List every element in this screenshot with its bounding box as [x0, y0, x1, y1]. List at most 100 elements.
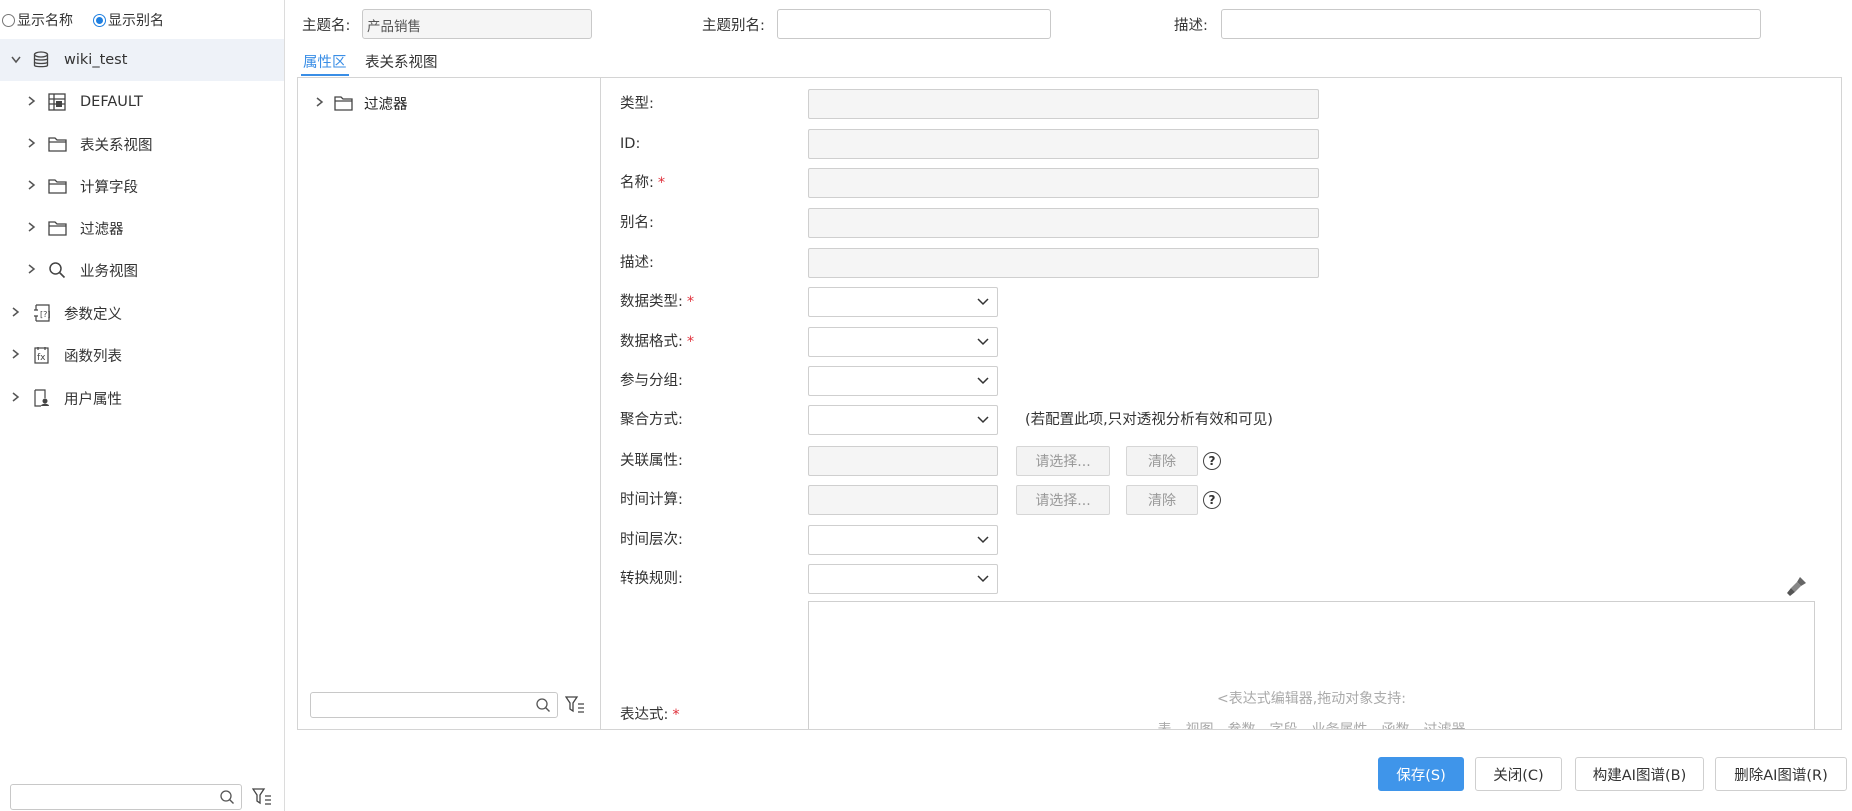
time-calc-select-button[interactable]: 请选择...	[1016, 485, 1110, 515]
data-format-label-text: 数据格式:	[620, 334, 683, 350]
topic-alias-label: 主题别名:	[702, 18, 765, 34]
search-icon[interactable]	[535, 697, 551, 713]
radio-circle-selected[interactable]	[93, 13, 106, 27]
data-type-select[interactable]	[808, 287, 998, 317]
chevron-down-icon[interactable]	[977, 574, 989, 584]
related-attr-input[interactable]	[808, 446, 998, 476]
chevron-down-icon[interactable]	[977, 535, 989, 545]
required-mark: *	[686, 334, 695, 350]
display-mode-radios: 显示名称 显示别名	[2, 8, 184, 32]
delete-ai-graph-button[interactable]: 删除AI图谱(R)	[1715, 757, 1847, 791]
name-input[interactable]	[808, 168, 1319, 198]
type-label: 类型:	[620, 96, 654, 112]
close-button[interactable]: 关闭(C)	[1475, 757, 1562, 791]
chevron-right-icon[interactable]	[10, 348, 22, 363]
time-calc-input[interactable]	[808, 485, 998, 515]
search-icon[interactable]	[219, 789, 235, 805]
mid-tree-filter[interactable]: 过滤器	[314, 90, 408, 116]
tree-label: 函数列表	[64, 348, 122, 365]
tree-label: 业务视图	[80, 263, 138, 280]
id-input[interactable]	[808, 129, 1319, 159]
tree-item-business-view[interactable]: 业务视图	[0, 249, 284, 291]
alias-label: 别名:	[620, 215, 654, 231]
expression-editor[interactable]: <表达式编辑器,拖动对象支持: 表、视图、参数、字段、业务属性、函数、过滤器	[808, 601, 1815, 729]
folder-icon	[46, 218, 68, 238]
time-calc-clear-button[interactable]: 清除	[1126, 485, 1198, 515]
help-icon[interactable]: ?	[1203, 452, 1221, 470]
aggregation-select[interactable]	[808, 405, 998, 435]
chevron-down-icon[interactable]	[977, 415, 989, 425]
radio-circle[interactable]	[2, 13, 15, 27]
desc-input[interactable]	[808, 248, 1319, 278]
id-label: ID:	[620, 136, 641, 152]
topic-alias-input[interactable]	[777, 9, 1051, 39]
user-property-icon	[30, 388, 52, 408]
save-button[interactable]: 保存(S)	[1378, 757, 1464, 791]
tree-label: wiki_test	[64, 52, 128, 68]
mid-search-input[interactable]	[310, 692, 558, 718]
tree-item-calc-field[interactable]: 计算字段	[0, 165, 284, 207]
left-search-input[interactable]	[10, 784, 242, 810]
radio-show-alias[interactable]: 显示别名	[93, 10, 164, 30]
type-input[interactable]	[808, 89, 1319, 119]
convert-rule-label: 转换规则:	[620, 571, 683, 587]
tree-item-functions[interactable]: fx 函数列表	[0, 334, 284, 376]
chevron-right-icon[interactable]	[10, 391, 22, 406]
group-select[interactable]	[808, 366, 998, 396]
tree-label: DEFAULT	[80, 94, 143, 110]
convert-rule-select[interactable]	[808, 564, 998, 594]
related-attr-select-button[interactable]: 请选择...	[1016, 446, 1110, 476]
filter-list-icon[interactable]	[564, 695, 585, 715]
time-level-label: 时间层次:	[620, 532, 683, 548]
required-mark: *	[657, 175, 666, 191]
tree-item-wiki-test[interactable]: wiki_test	[0, 39, 284, 81]
related-attr-label: 关联属性:	[620, 453, 683, 469]
function-icon: fx	[30, 345, 52, 365]
chevron-down-icon[interactable]	[10, 53, 22, 68]
left-panel: 显示名称 显示别名 wiki_test DEFAULT 表关系视图 计算字段 过…	[0, 0, 285, 811]
tree-label: 表关系视图	[80, 137, 153, 154]
chevron-down-icon[interactable]	[977, 337, 989, 347]
database-icon	[30, 50, 52, 70]
chevron-down-icon[interactable]	[977, 376, 989, 386]
data-type-label: 数据类型: *	[620, 287, 694, 317]
help-icon[interactable]: ?	[1203, 491, 1221, 509]
tab-properties[interactable]: 属性区	[303, 51, 347, 72]
group-label: 参与分组:	[620, 373, 683, 389]
build-ai-graph-button[interactable]: 构建AI图谱(B)	[1575, 757, 1704, 791]
chevron-right-icon[interactable]	[26, 263, 38, 278]
table-icon	[46, 92, 68, 112]
tab-relation-view[interactable]: 表关系视图	[365, 51, 438, 72]
expression-label-text: 表达式:	[620, 707, 669, 723]
radio-label: 显示名称	[17, 13, 73, 29]
required-mark: *	[686, 294, 695, 310]
topic-name-value: 产品销售	[367, 19, 421, 35]
tree-item-parameters[interactable]: [?] 参数定义	[0, 292, 284, 334]
splitter[interactable]	[600, 78, 601, 729]
name-label-text: 名称:	[620, 175, 654, 191]
tree-item-relation-view[interactable]: 表关系视图	[0, 123, 284, 165]
data-format-select[interactable]	[808, 327, 998, 357]
required-mark: *	[672, 707, 680, 723]
app-root: 显示名称 显示别名 wiki_test DEFAULT 表关系视图 计算字段 过…	[0, 0, 1852, 811]
chevron-right-icon[interactable]	[314, 96, 326, 111]
tree-item-default[interactable]: DEFAULT	[0, 81, 284, 123]
chevron-right-icon[interactable]	[26, 137, 38, 152]
folder-icon	[46, 176, 68, 196]
chevron-right-icon[interactable]	[26, 179, 38, 194]
chevron-right-icon[interactable]	[26, 95, 38, 110]
topic-name-input[interactable]: 产品销售	[362, 9, 592, 39]
description-input[interactable]	[1221, 9, 1761, 39]
radio-show-name[interactable]: 显示名称	[2, 10, 73, 30]
alias-input[interactable]	[808, 208, 1319, 238]
chevron-right-icon[interactable]	[10, 306, 22, 321]
brush-icon[interactable]	[1786, 575, 1808, 597]
chevron-down-icon[interactable]	[977, 297, 989, 307]
time-level-select[interactable]	[808, 525, 998, 555]
filter-list-icon[interactable]	[251, 787, 272, 807]
tree-item-user-properties[interactable]: 用户属性	[0, 377, 284, 419]
related-attr-clear-button[interactable]: 清除	[1126, 446, 1198, 476]
tree-item-filter[interactable]: 过滤器	[0, 207, 284, 249]
chevron-right-icon[interactable]	[26, 221, 38, 236]
name-label: 名称: *	[620, 168, 665, 198]
